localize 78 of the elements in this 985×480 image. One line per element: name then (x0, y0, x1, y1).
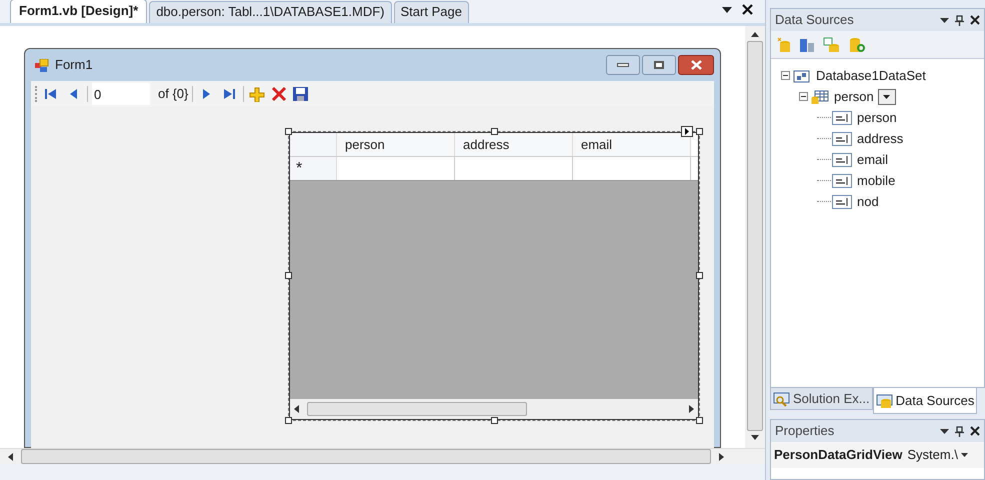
dataset-designer-icon[interactable] (799, 36, 815, 52)
selection-handle[interactable] (285, 272, 292, 279)
textbox-icon (832, 152, 852, 166)
tree-item[interactable]: person (857, 108, 897, 128)
scroll-thumb[interactable] (307, 402, 527, 416)
vertical-scrollbar[interactable] (745, 26, 765, 448)
horizontal-scrollbar[interactable] (290, 399, 698, 419)
add-icon[interactable] (248, 86, 266, 102)
scroll-thumb[interactable] (21, 449, 711, 464)
column-header[interactable]: person (337, 133, 455, 156)
close-icon (690, 60, 702, 70)
record-count: of {0} (158, 85, 188, 104)
position-field[interactable]: 0 (92, 83, 150, 105)
header-corner-cell (290, 133, 337, 156)
delete-icon[interactable] (270, 86, 288, 102)
database-window-icon (876, 392, 894, 408)
scroll-right-icon[interactable] (719, 452, 724, 460)
data-grid-view[interactable]: person address email * (289, 132, 699, 420)
new-row-marker: * (290, 157, 337, 180)
tree-item[interactable]: address (857, 128, 904, 148)
panel-title: Properties (775, 422, 836, 440)
table-icon (811, 90, 829, 104)
dropdown-button[interactable] (878, 88, 896, 104)
save-icon[interactable] (292, 86, 310, 102)
tree-item[interactable]: Database1DataSet (816, 66, 926, 86)
panel-tab[interactable]: Data Sources (872, 388, 978, 414)
form-icon (35, 58, 49, 72)
scroll-right-icon[interactable] (689, 405, 694, 413)
maximize-button[interactable] (642, 55, 676, 75)
close-icon[interactable] (970, 15, 980, 25)
minimize-button[interactable] (606, 55, 640, 75)
caret-icon (883, 94, 890, 98)
pin-icon[interactable] (955, 14, 964, 26)
scroll-down-icon[interactable] (751, 435, 759, 440)
selection-handle[interactable] (696, 417, 703, 424)
close-icon[interactable] (742, 4, 753, 15)
horizontal-scrollbar[interactable] (0, 448, 765, 464)
scroll-left-icon[interactable] (8, 452, 13, 460)
panel-title: Data Sources (775, 11, 855, 30)
selection-handle[interactable] (285, 417, 292, 424)
close-icon[interactable] (970, 426, 980, 436)
dropdown-arrow-icon[interactable] (940, 18, 949, 22)
form-title: Form1 (55, 56, 93, 74)
collapse-icon[interactable] (781, 71, 790, 80)
selection-handle[interactable] (285, 128, 292, 135)
document-tab[interactable]: Form1.vb [Design]* (10, 0, 148, 23)
object-selector[interactable]: PersonDataGridView System.\ (771, 442, 984, 468)
textbox-icon (832, 194, 852, 208)
close-button[interactable] (678, 55, 714, 75)
magnifier-window-icon (773, 390, 791, 406)
tree-item[interactable]: nod (857, 192, 879, 212)
configure-dataset-icon[interactable] (823, 36, 841, 52)
tree-item[interactable]: person (834, 86, 874, 106)
refresh-database-icon[interactable] (849, 36, 865, 52)
column-header[interactable]: email (573, 133, 691, 156)
smart-tag-icon[interactable] (681, 126, 693, 137)
tree-item[interactable]: mobile (857, 170, 896, 190)
selection-handle[interactable] (491, 128, 498, 135)
textbox-icon (832, 110, 852, 124)
dropdown-arrow-icon[interactable] (722, 7, 732, 13)
selection-handle[interactable] (696, 272, 703, 279)
dropdown-arrow-icon[interactable] (960, 453, 968, 457)
document-tab[interactable]: Start Page (394, 1, 469, 23)
document-tab[interactable]: dbo.person: Tabl...1\DATABASE1.MDF) (149, 1, 392, 23)
collapse-icon[interactable] (799, 92, 808, 101)
tree-item[interactable]: email (857, 150, 888, 170)
selection-handle[interactable] (696, 128, 703, 135)
scroll-left-icon[interactable] (294, 405, 299, 413)
textbox-icon (832, 132, 852, 146)
pin-icon[interactable] (955, 426, 964, 436)
textbox-icon (832, 174, 852, 188)
column-header[interactable]: address (455, 133, 573, 156)
scroll-thumb[interactable] (747, 41, 763, 431)
panel-tab[interactable]: Solution Ex... (770, 388, 873, 410)
scroll-up-icon[interactable] (751, 32, 759, 37)
dropdown-arrow-icon[interactable] (940, 428, 949, 434)
dataset-icon (793, 68, 811, 82)
selection-handle[interactable] (491, 417, 498, 424)
